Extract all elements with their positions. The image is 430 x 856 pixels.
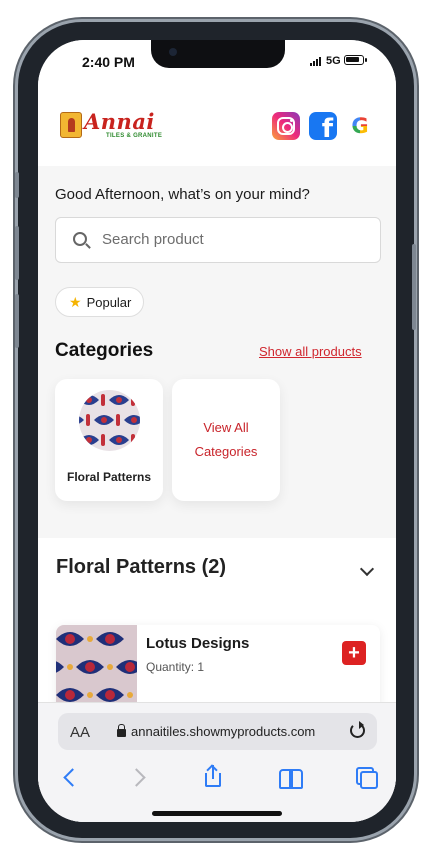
categories-heading: Categories (55, 340, 154, 361)
browser-toolbar: AA annaitiles.showmyproducts.com (38, 702, 396, 822)
reload-icon[interactable] (350, 721, 365, 738)
view-all-categories-card[interactable]: View All Categories (172, 379, 280, 501)
tabs-icon[interactable] (354, 765, 378, 789)
camera-icon (169, 48, 177, 56)
greeting-text: Good Afternoon, what’s on your mind? (55, 186, 310, 203)
url-text[interactable]: annaitiles.showmyproducts.com (131, 724, 315, 739)
share-icon[interactable] (203, 764, 227, 789)
product-quantity: Quantity: 1 (146, 660, 205, 674)
popular-chip[interactable]: ★ Popular (55, 287, 145, 317)
show-all-products-link[interactable]: Show all products (259, 344, 362, 359)
bookmarks-icon[interactable] (278, 765, 303, 789)
back-icon[interactable] (56, 765, 80, 789)
star-icon: ★ (69, 294, 82, 310)
product-card[interactable]: Lotus Designs Quantity: 1 + (56, 625, 380, 710)
instagram-icon[interactable] (272, 112, 300, 140)
brand-logo[interactable]: Annai TILES & GRANITE (60, 109, 163, 142)
network-label: 5G (326, 55, 341, 67)
screen: 2:40 PM 5G Annai TILES & GRANITE f G Goo… (38, 40, 396, 822)
power-button (412, 244, 416, 330)
silent-switch (15, 172, 19, 198)
product-image (56, 625, 144, 710)
lock-icon (117, 724, 126, 737)
notch (151, 40, 285, 68)
forward-icon[interactable] (128, 765, 152, 789)
facebook-icon[interactable]: f (309, 112, 337, 140)
category-label: Floral Patterns (66, 470, 152, 484)
volume-down-button (15, 294, 19, 348)
view-all-categories-label: View All Categories (194, 420, 258, 459)
clock: 2:40 PM (82, 54, 135, 70)
home-indicator (152, 811, 282, 816)
brand-name: Annai (84, 109, 155, 134)
chip-label: Popular (86, 294, 132, 310)
address-bar[interactable]: AA annaitiles.showmyproducts.com (58, 713, 377, 750)
text-size-button[interactable]: AA (70, 724, 90, 741)
category-card-floral-patterns[interactable]: Floral Patterns (55, 379, 163, 501)
section-title: Floral Patterns (2) (56, 556, 227, 578)
search-box[interactable] (55, 217, 381, 263)
add-to-cart-button[interactable]: + (342, 641, 366, 665)
brand-tagline: TILES & GRANITE (106, 133, 163, 139)
search-icon (73, 232, 87, 246)
category-image (79, 390, 140, 451)
logo-emblem-icon (60, 112, 82, 138)
site-header: Annai TILES & GRANITE f G (38, 86, 396, 166)
signal-icon (310, 57, 321, 66)
google-icon[interactable]: G (348, 114, 372, 138)
chevron-down-icon[interactable] (359, 561, 375, 577)
search-input[interactable] (102, 231, 362, 248)
volume-up-button (15, 226, 19, 280)
battery-icon (344, 55, 364, 65)
battery-tip (365, 58, 367, 62)
product-name: Lotus Designs (146, 635, 250, 652)
